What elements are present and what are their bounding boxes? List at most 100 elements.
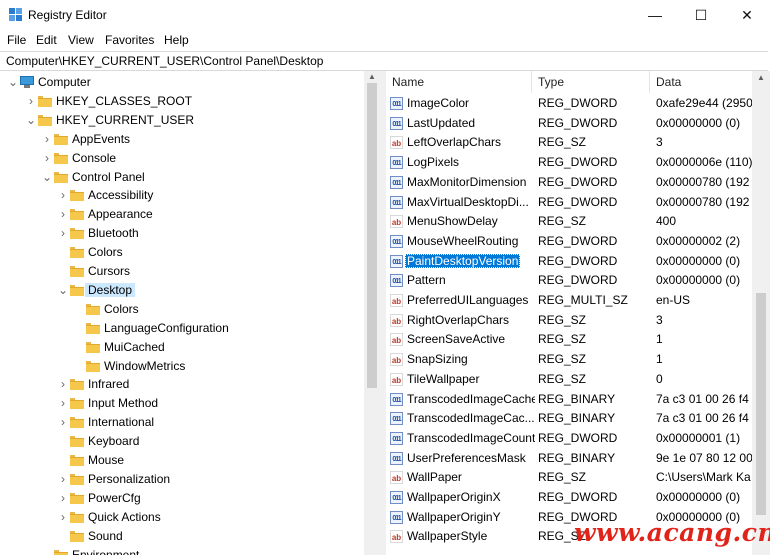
tree-item[interactable]: › Quick Actions xyxy=(0,508,364,527)
value-row[interactable]: 011 TranscodedImageCache REG_BINARY 7a c3 0… xyxy=(386,390,752,410)
binary-value-icon: 011 xyxy=(390,451,403,465)
value-row[interactable]: 011 PaintDesktopVersion REG_DWORD 0x0000000… xyxy=(386,252,752,272)
collapse-arrow-icon[interactable]: ⌄ xyxy=(42,171,52,183)
tree-item-label: Personalization xyxy=(88,471,171,486)
tree-item[interactable]: › HKEY_CLASSES_ROOT xyxy=(0,92,364,111)
folder-icon xyxy=(86,303,100,315)
collapse-arrow-icon[interactable]: ⌄ xyxy=(58,284,68,296)
minimize-button[interactable]: — xyxy=(632,0,678,30)
tree-item[interactable]: Sound xyxy=(0,527,364,546)
value-row[interactable]: ab LeftOverlapChars REG_SZ 3 xyxy=(386,133,752,153)
value-row[interactable]: ab WallPaper REG_SZ C:\Users\Mark Ka xyxy=(386,468,752,488)
menu-view[interactable]: View xyxy=(68,33,94,47)
tree-item[interactable]: MuiCached xyxy=(0,338,364,357)
expand-arrow-icon[interactable]: › xyxy=(58,397,68,409)
tree-item[interactable]: ⌄ Computer xyxy=(0,73,364,92)
value-row[interactable]: 011 ImageColor REG_DWORD 0xafe29e44 (2950 xyxy=(386,94,752,114)
menu-edit[interactable]: Edit xyxy=(36,33,57,47)
tree-item-label: Quick Actions xyxy=(88,509,161,524)
value-row[interactable]: 011 MaxVirtualDesktopDi... REG_DWORD 0x0000… xyxy=(386,193,752,213)
value-data: 0x00000000 (0) xyxy=(656,273,741,288)
value-row[interactable]: ab PreferredUILanguages REG_MULTI_SZ en-US xyxy=(386,291,752,311)
tree-item[interactable]: ⌄ Control Panel xyxy=(0,168,364,187)
tree-item[interactable]: › Bluetooth xyxy=(0,224,364,243)
collapse-arrow-icon[interactable]: ⌄ xyxy=(8,76,18,88)
tree-item[interactable]: Colors xyxy=(0,300,364,319)
tree-scrollbar[interactable]: ▲ xyxy=(364,71,380,555)
string-value-icon: ab xyxy=(390,333,403,347)
tree-item[interactable]: › Appearance xyxy=(0,205,364,224)
value-row[interactable]: ab SnapSizing REG_SZ 1 xyxy=(386,350,752,370)
tree-item[interactable]: Cursors xyxy=(0,262,364,281)
value-row[interactable]: 011 LogPixels REG_DWORD 0x0000006e (110) xyxy=(386,153,752,173)
tree-item[interactable]: Keyboard xyxy=(0,432,364,451)
value-row[interactable]: 011 UserPreferencesMask REG_BINARY 9e 1e 07… xyxy=(386,449,752,469)
column-divider[interactable] xyxy=(649,71,650,93)
value-row[interactable]: ab RightOverlapChars REG_SZ 3 xyxy=(386,311,752,331)
value-name: LeftOverlapChars xyxy=(407,135,502,150)
expand-arrow-icon[interactable]: › xyxy=(58,189,68,201)
expand-arrow-icon[interactable]: › xyxy=(58,511,68,523)
tree-item[interactable]: › AppEvents xyxy=(0,130,364,149)
list-scrollbar[interactable]: ▲ xyxy=(752,71,770,555)
value-row[interactable]: 011 MouseWheelRouting REG_DWORD 0x00000002 … xyxy=(386,232,752,252)
value-row[interactable]: 011 Pattern REG_DWORD 0x00000000 (0) xyxy=(386,271,752,291)
expand-arrow-icon[interactable]: › xyxy=(58,378,68,390)
tree-item[interactable]: ⌄ Desktop xyxy=(0,281,364,300)
value-type: REG_MULTI_SZ xyxy=(538,293,628,307)
tree-item[interactable]: › Console xyxy=(0,149,364,168)
key-tree[interactable]: ⌄ Computer › HKEY_CLASSES_ROOT ⌄ HKEY_CURRENT… xyxy=(0,71,364,555)
menu-file[interactable]: File xyxy=(7,33,26,47)
value-row[interactable]: 011 TranscodedImageCount REG_DWORD 0x000000… xyxy=(386,429,752,449)
tree-item[interactable]: › Personalization xyxy=(0,470,364,489)
tree-item[interactable]: Environment xyxy=(0,546,364,555)
tree-item[interactable]: › Accessibility xyxy=(0,186,364,205)
column-data[interactable]: Data xyxy=(656,75,681,89)
tree-item[interactable]: Mouse xyxy=(0,451,364,470)
tree-item[interactable]: ⌄ HKEY_CURRENT_USER xyxy=(0,111,364,130)
tree-item[interactable]: › Infrared xyxy=(0,375,364,394)
close-button[interactable]: ✕ xyxy=(724,0,770,30)
value-type: REG_DWORD xyxy=(538,233,618,248)
tree-item[interactable]: LanguageConfiguration xyxy=(0,319,364,338)
expand-arrow-icon[interactable]: › xyxy=(26,95,36,107)
value-row[interactable]: 011 TranscodedImageCac... REG_BINARY 7a c3 … xyxy=(386,409,752,429)
scroll-up-arrow-icon[interactable]: ▲ xyxy=(757,73,765,82)
value-row[interactable]: 011 MaxMonitorDimension REG_DWORD 0x0000078… xyxy=(386,173,752,193)
list-scrollbar-thumb[interactable] xyxy=(756,293,766,515)
expand-arrow-icon[interactable]: › xyxy=(58,492,68,504)
tree-item[interactable]: › International xyxy=(0,413,364,432)
expand-arrow-icon[interactable]: › xyxy=(42,133,52,145)
value-data: 3 xyxy=(656,312,663,327)
value-row[interactable]: ab ScreenSaveActive REG_SZ 1 xyxy=(386,330,752,350)
string-value-icon: ab xyxy=(390,313,403,327)
expand-arrow-icon[interactable]: › xyxy=(58,227,68,239)
value-row[interactable]: ab TileWallpaper REG_SZ 0 xyxy=(386,370,752,390)
menu-favorites[interactable]: Favorites xyxy=(105,33,154,47)
expand-arrow-icon[interactable]: › xyxy=(58,208,68,220)
value-type: REG_DWORD xyxy=(538,273,618,288)
expand-arrow-icon[interactable]: › xyxy=(58,473,68,485)
values-list[interactable]: Name Type Data 011 ImageColor REG_DWORD 0xa… xyxy=(386,71,752,555)
tree-item[interactable]: WindowMetrics xyxy=(0,357,364,376)
value-row[interactable]: 011 WallpaperOriginX REG_DWORD 0x00000000 (… xyxy=(386,488,752,508)
menu-help[interactable]: Help xyxy=(164,33,189,47)
scroll-up-arrow-icon[interactable]: ▲ xyxy=(368,72,376,81)
tree-item[interactable]: Colors xyxy=(0,243,364,262)
column-name[interactable]: Name xyxy=(392,75,424,89)
column-type[interactable]: Type xyxy=(538,75,564,89)
column-divider[interactable] xyxy=(531,71,532,93)
tree-item[interactable]: › Input Method xyxy=(0,394,364,413)
address-path[interactable]: Computer\HKEY_CURRENT_USER\Control Panel… xyxy=(6,54,323,68)
tree-scrollbar-thumb[interactable] xyxy=(367,83,377,388)
expand-arrow-icon[interactable]: › xyxy=(58,416,68,428)
value-row[interactable]: ab MenuShowDelay REG_SZ 400 xyxy=(386,212,752,232)
value-data: 0 xyxy=(656,371,663,386)
address-bar[interactable]: Computer\HKEY_CURRENT_USER\Control Panel… xyxy=(0,51,768,71)
value-data: 7a c3 01 00 26 f4 xyxy=(656,391,749,406)
value-row[interactable]: 011 LastUpdated REG_DWORD 0x00000000 (0) xyxy=(386,114,752,134)
tree-item[interactable]: › PowerCfg xyxy=(0,489,364,508)
collapse-arrow-icon[interactable]: ⌄ xyxy=(26,114,36,126)
maximize-button[interactable]: ☐ xyxy=(678,0,724,30)
expand-arrow-icon[interactable]: › xyxy=(42,152,52,164)
